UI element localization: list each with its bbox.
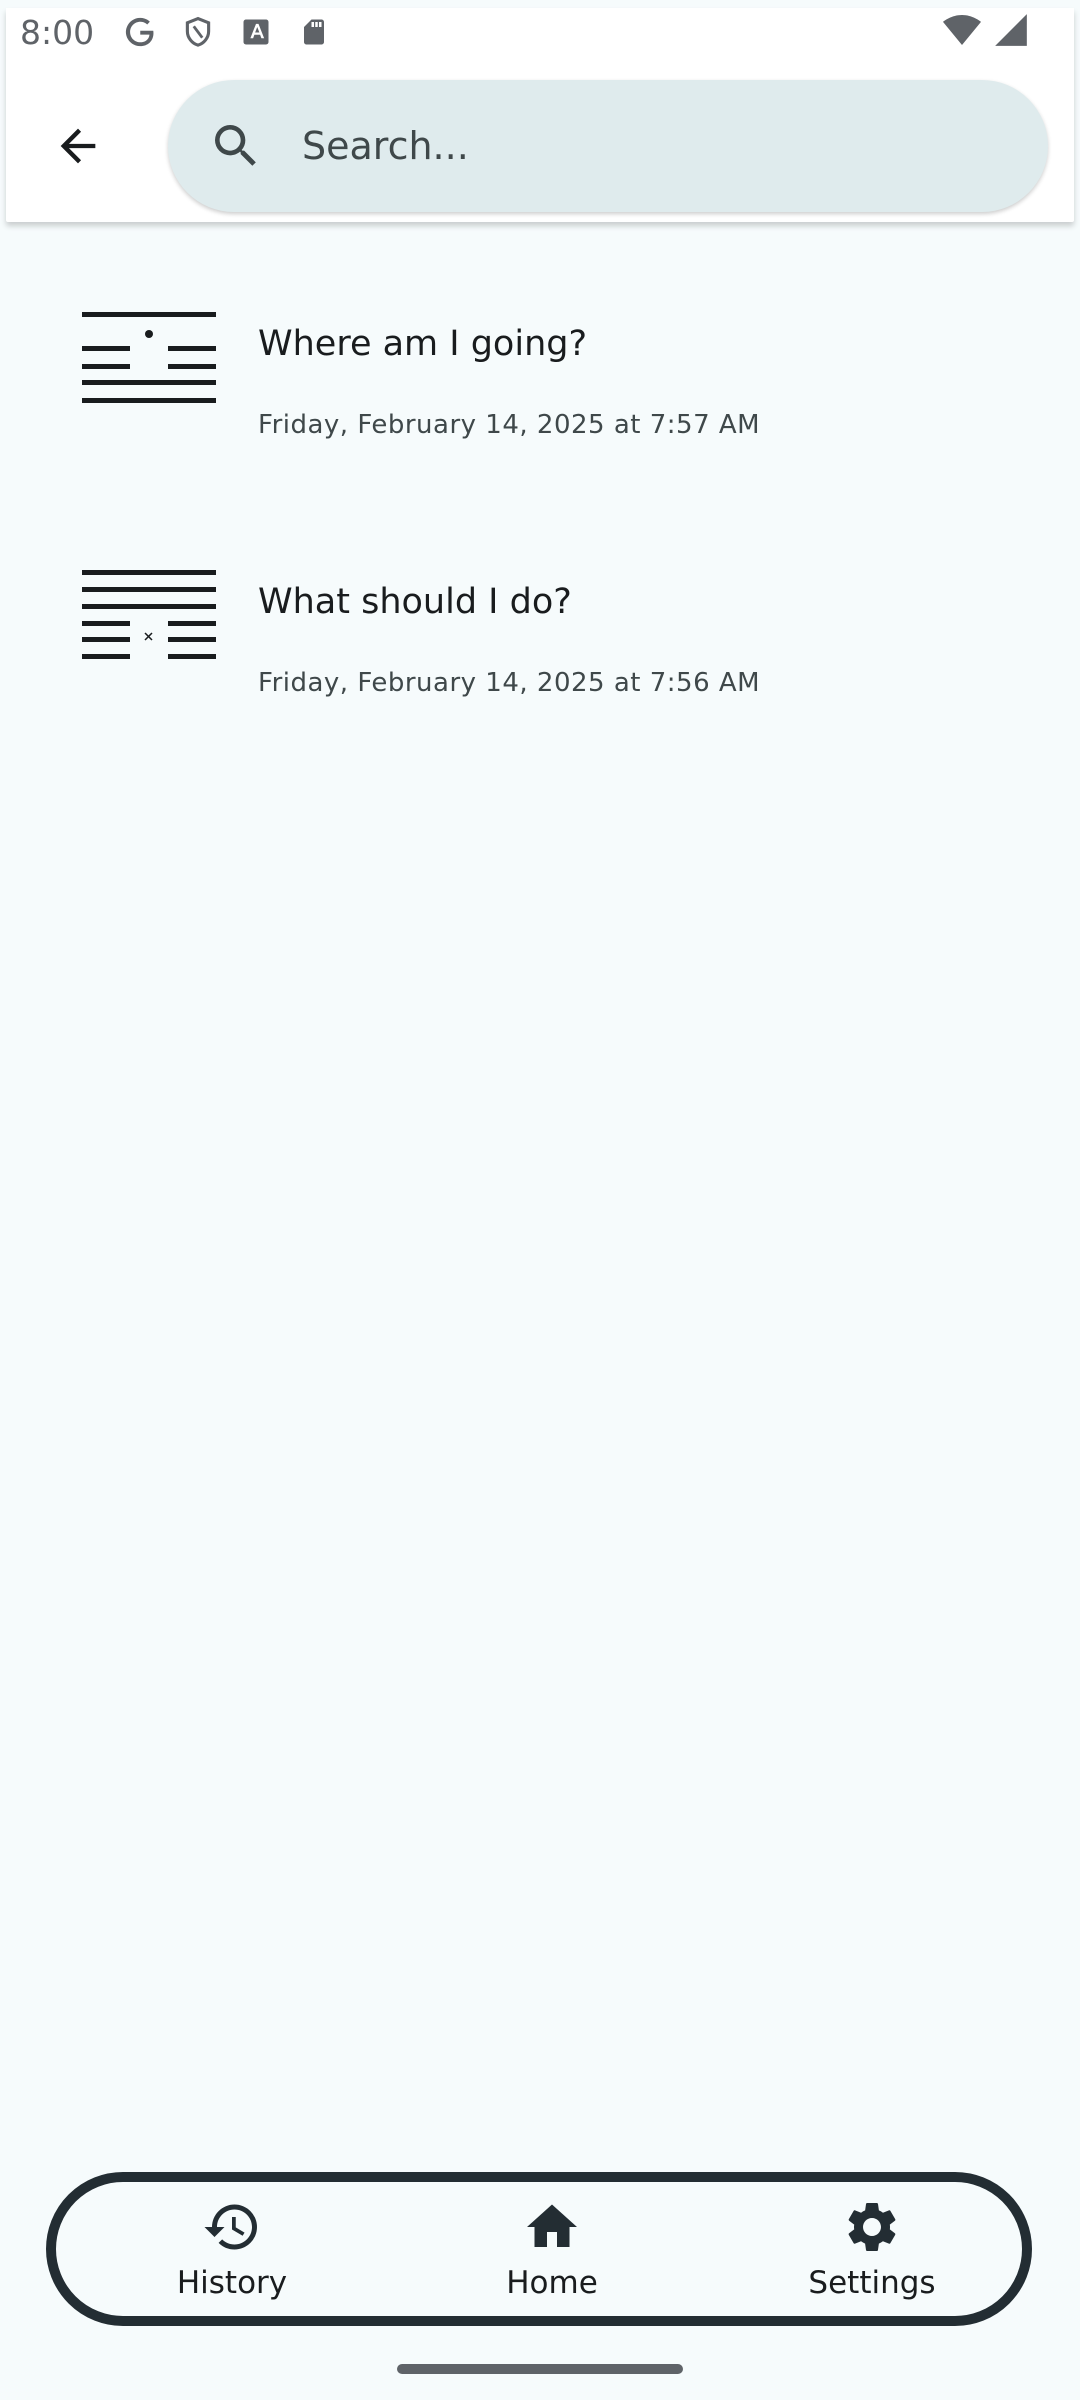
shield-icon (178, 12, 218, 52)
status-right-icons (942, 10, 1030, 54)
nav-label-home: Home (506, 2265, 598, 2301)
history-item-title: What should I do? (258, 582, 572, 622)
font-icon (236, 12, 276, 52)
back-button[interactable] (40, 108, 116, 184)
nav-label-settings: Settings (808, 2265, 936, 2301)
nav-label-history: History (176, 2265, 288, 2301)
history-item-title: Where am I going? (258, 324, 588, 364)
wifi-icon (942, 10, 982, 54)
history-item-date: Friday, February 14, 2025 at 7:57 AM (258, 410, 761, 440)
search-bar[interactable] (168, 80, 1048, 212)
gear-icon (842, 2197, 902, 2257)
google-icon (120, 12, 160, 52)
status-time: 8:00 (20, 12, 95, 52)
hexagram-icon (82, 312, 216, 403)
search-input[interactable] (300, 115, 1024, 177)
sd-card-icon (294, 12, 334, 52)
home-icon (522, 2197, 582, 2257)
search-icon (208, 118, 264, 174)
history-item-date: Friday, February 14, 2025 at 7:56 AM (258, 668, 761, 698)
nav-item-history[interactable]: History (152, 2184, 312, 2314)
hexagram-icon (82, 570, 216, 659)
nav-item-settings[interactable]: Settings (792, 2184, 952, 2314)
status-bar: 8:00 (0, 0, 1080, 64)
nav-item-home[interactable]: Home (472, 2184, 632, 2314)
gesture-home-indicator[interactable] (397, 2364, 683, 2374)
arrow-back-icon (60, 128, 96, 164)
bottom-navigation: History Home Settings (46, 2172, 1032, 2326)
history-item[interactable]: Where am I going? Friday, February 14, 2… (0, 260, 1080, 460)
history-item[interactable]: What should I do? Friday, February 14, 2… (0, 518, 1080, 718)
history-icon (202, 2197, 262, 2257)
cellular-signal-icon (992, 11, 1030, 53)
